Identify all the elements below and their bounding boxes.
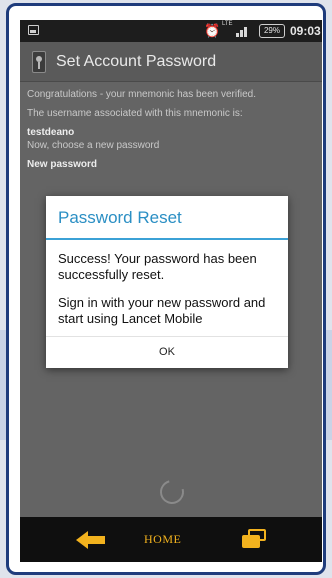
username-caption: The username associated with this mnemon… [27, 108, 243, 119]
verification-message: Congratulations - your mnemonic has been… [27, 89, 257, 100]
dialog-message: Success! Your password has been successf… [58, 251, 282, 327]
choose-password-caption: Now, choose a new password [27, 140, 160, 151]
ok-button[interactable]: OK [46, 337, 288, 368]
dialog-title-divider [46, 238, 288, 240]
password-reset-dialog: Password Reset Success! Your password ha… [46, 196, 288, 368]
new-password-label: New password [27, 159, 98, 170]
action-bar: Set Account Password [20, 42, 322, 82]
alarm-icon: ⏰ [204, 23, 221, 38]
dialog-message-success: Success! Your password has been successf… [58, 251, 257, 282]
navigation-bar: HOME [20, 517, 322, 562]
battery-icon: 29% [259, 24, 285, 38]
recent-apps-icon[interactable] [242, 529, 266, 549]
page-title: Set Account Password [56, 53, 217, 70]
back-arrow-icon[interactable] [76, 531, 106, 549]
phone-screen: ⏰ LTE 29% 09:03 Set Account Password Con… [20, 20, 322, 562]
app-logo-icon [32, 51, 46, 73]
loading-spinner-icon [155, 475, 189, 509]
home-button[interactable]: HOME [144, 532, 181, 547]
signal-icon [228, 23, 250, 39]
dialog-message-signin: Sign in with your new password and start… [58, 295, 266, 326]
username-value: testdeano [27, 127, 75, 138]
dialog-title: Password Reset [58, 208, 182, 227]
status-bar: ⏰ LTE 29% 09:03 [20, 20, 322, 42]
status-time: 09:03 [290, 24, 321, 38]
form-content: Congratulations - your mnemonic has been… [20, 82, 322, 171]
screenshot-icon [28, 25, 39, 35]
